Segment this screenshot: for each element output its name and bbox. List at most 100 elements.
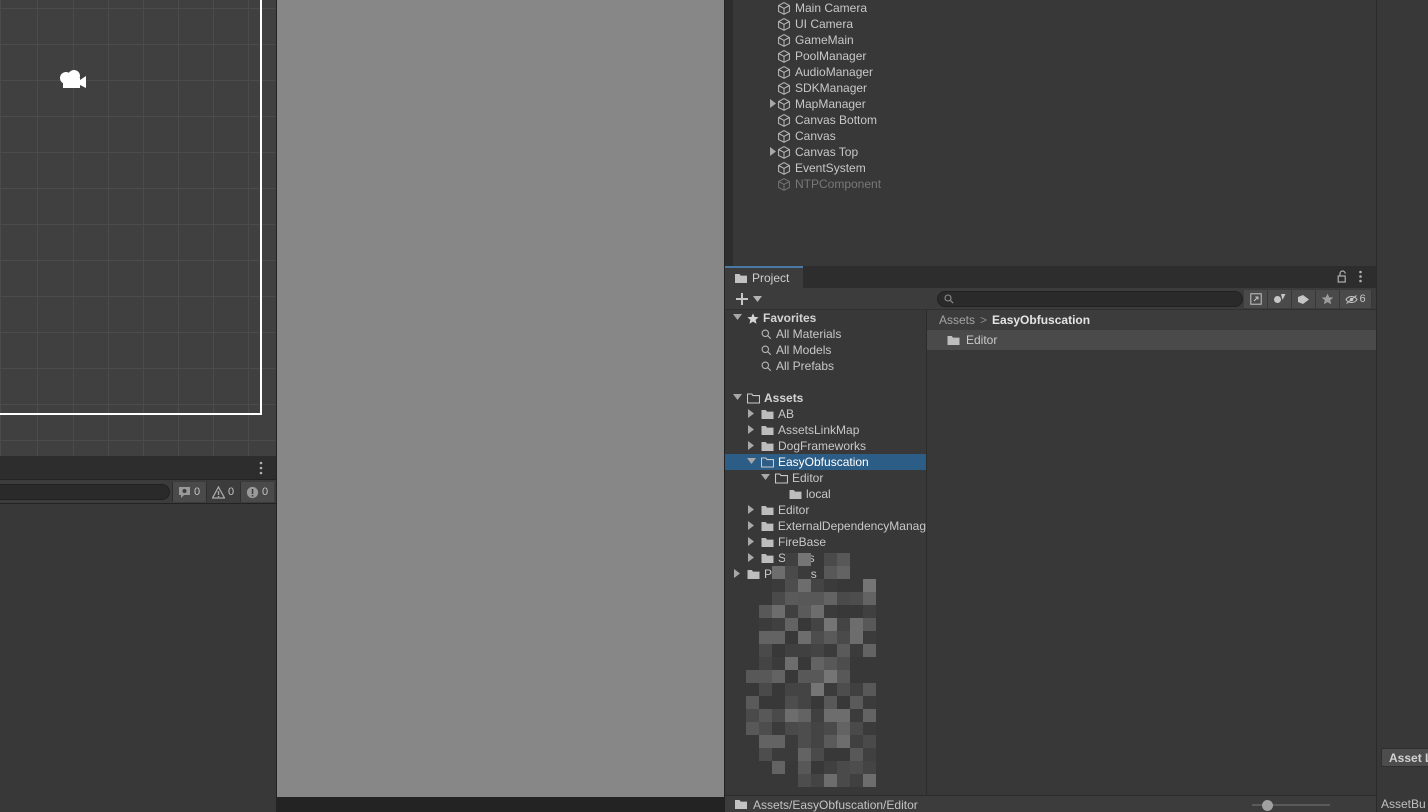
hierarchy-item-label: GameMain	[795, 33, 854, 47]
project-tree-pane[interactable]: Favorites All Materials All Models All Pref…	[725, 310, 926, 795]
log-count-value: 0	[194, 486, 201, 498]
folder-icon	[761, 425, 774, 435]
project-tree-item[interactable]: Scripts	[725, 550, 926, 566]
tag-filter-button[interactable]	[1292, 290, 1316, 308]
hidden-count-value: 6	[1359, 293, 1366, 305]
project-tree-item[interactable]: All Materials	[725, 326, 926, 342]
project-content-pane[interactable]: Assets > EasyObfuscation Editor	[927, 310, 1376, 795]
triangle-down-icon[interactable]	[761, 473, 770, 482]
console-menu-icon[interactable]	[254, 460, 268, 476]
triangle-right-icon[interactable]	[747, 441, 756, 450]
project-tree-item[interactable]: local	[725, 486, 926, 502]
assetbundle-label: AssetBu	[1381, 797, 1426, 811]
triangle-down-icon[interactable]	[733, 393, 742, 402]
project-tree-item-label: FireBase	[778, 535, 827, 549]
gameobject-cube-icon	[778, 49, 790, 63]
project-tree-item[interactable]: Favorites	[725, 310, 926, 326]
warning-icon	[212, 485, 225, 499]
hierarchy-item-label: AudioManager	[795, 65, 874, 79]
console-message-list[interactable]	[0, 504, 276, 812]
project-tree-item[interactable]: Editor	[725, 470, 926, 486]
project-tree-item[interactable]: AB	[725, 406, 926, 422]
hierarchy-item[interactable]: AudioManager	[725, 64, 1376, 80]
project-tree-item-label: AssetsLinkMap	[778, 423, 860, 437]
open-in-new-icon-button[interactable]	[1244, 290, 1268, 308]
triangle-right-icon[interactable]	[747, 553, 756, 562]
search-icon	[761, 345, 772, 355]
project-tree-item[interactable]: All Prefabs	[725, 358, 926, 374]
hierarchy-item[interactable]: EventSystem	[725, 160, 1376, 176]
project-content-list[interactable]: Editor	[927, 330, 1376, 350]
console-search-input[interactable]	[0, 484, 170, 500]
hidden-count-icon	[1345, 294, 1359, 304]
project-tree-item[interactable]: EasyObfuscation	[725, 454, 926, 470]
hierarchy-item[interactable]: UI Camera	[725, 16, 1376, 32]
scene-view[interactable]	[0, 0, 276, 456]
asset-label-button[interactable]: Asset L	[1381, 748, 1428, 767]
hierarchy-item-label: NTPComponent	[795, 177, 882, 191]
hierarchy-item[interactable]: GameMain	[725, 32, 1376, 48]
project-tree-item-label: Editor	[792, 471, 824, 485]
unity-editor-window: 0 0 0 Main Camera UI Camera GameMain Poo…	[0, 0, 1428, 812]
search-icon	[761, 361, 772, 371]
console-error-count[interactable]: 0	[240, 482, 274, 502]
hidden-assets-filter-button[interactable]: 6	[1340, 290, 1372, 308]
favorite-filter-button[interactable]	[1316, 290, 1340, 308]
slider-knob[interactable]	[1262, 800, 1273, 811]
breadcrumb[interactable]: Assets > EasyObfuscation	[927, 310, 1376, 330]
project-tree-item[interactable]: Packages	[725, 566, 926, 582]
hierarchy-item[interactable]: SDKManager	[725, 80, 1376, 96]
hierarchy-item[interactable]: Main Camera	[725, 0, 1376, 16]
gameobject-cube-icon	[778, 177, 790, 191]
thumbnail-size-slider[interactable]	[1252, 800, 1330, 811]
add-asset-button[interactable]	[731, 289, 766, 309]
project-menu-icon[interactable]	[1354, 269, 1367, 284]
console-log-count[interactable]: 0	[172, 482, 206, 502]
hierarchy-item[interactable]: PoolManager	[725, 48, 1376, 64]
triangle-right-icon[interactable]	[747, 505, 756, 514]
hierarchy-item[interactable]: NTPComponent	[725, 176, 1376, 192]
triangle-right-icon[interactable]	[747, 409, 756, 418]
triangle-right-icon[interactable]	[769, 147, 778, 156]
triangle-right-icon[interactable]	[747, 537, 756, 546]
hierarchy-list[interactable]: Main Camera UI Camera GameMain PoolManager A…	[725, 0, 1376, 192]
project-tree-item-label: Packages	[764, 567, 817, 581]
project-status-bar: Assets/EasyObfuscation/Editor	[725, 795, 1376, 812]
material-filter-button[interactable]	[1268, 290, 1292, 308]
triangle-down-icon[interactable]	[747, 457, 756, 466]
gameobject-cube-icon	[778, 129, 790, 143]
project-tree-item[interactable]: FireBase	[725, 534, 926, 550]
hierarchy-item[interactable]: Canvas	[725, 128, 1376, 144]
hierarchy-item[interactable]: Canvas Top	[725, 144, 1376, 160]
folder-icon	[735, 273, 747, 283]
hierarchy-panel: Main Camera UI Camera GameMain PoolManager A…	[725, 0, 1376, 266]
hierarchy-item[interactable]: Canvas Bottom	[725, 112, 1376, 128]
camera-gizmo-icon[interactable]	[58, 68, 88, 94]
project-search-input[interactable]	[937, 291, 1243, 307]
favorite-star-icon	[1321, 293, 1334, 305]
breadcrumb-root[interactable]: Assets	[939, 313, 975, 327]
project-tree-item[interactable]: ExternalDependencyManag	[725, 518, 926, 534]
project-tree-item[interactable]: DogFrameworks	[725, 438, 926, 454]
project-body: Favorites All Materials All Models All Pref…	[725, 310, 1376, 795]
hierarchy-item-label: Canvas Bottom	[795, 113, 878, 127]
triangle-right-icon[interactable]	[747, 521, 756, 530]
project-content-item-label: Editor	[966, 333, 998, 347]
triangle-right-icon[interactable]	[733, 569, 742, 578]
project-filter-group: 6	[1244, 290, 1372, 308]
project-content-item[interactable]: Editor	[927, 330, 1376, 350]
project-tree-list[interactable]: Favorites All Materials All Models All Pref…	[725, 310, 926, 582]
triangle-down-icon[interactable]	[733, 313, 742, 322]
triangle-right-icon[interactable]	[747, 425, 756, 434]
log-icon	[179, 486, 190, 498]
project-tree-item[interactable]: Assets	[725, 390, 926, 406]
game-view[interactable]	[276, 0, 725, 812]
triangle-right-icon[interactable]	[769, 99, 778, 108]
hierarchy-item[interactable]: MapManager	[725, 96, 1376, 112]
console-warning-count[interactable]: 0	[206, 482, 240, 502]
project-tree-item[interactable]: AssetsLinkMap	[725, 422, 926, 438]
lock-icon[interactable]	[1337, 270, 1348, 283]
project-tree-item[interactable]: All Models	[725, 342, 926, 358]
tab-project[interactable]: Project	[725, 266, 804, 288]
project-tree-item[interactable]: Editor	[725, 502, 926, 518]
